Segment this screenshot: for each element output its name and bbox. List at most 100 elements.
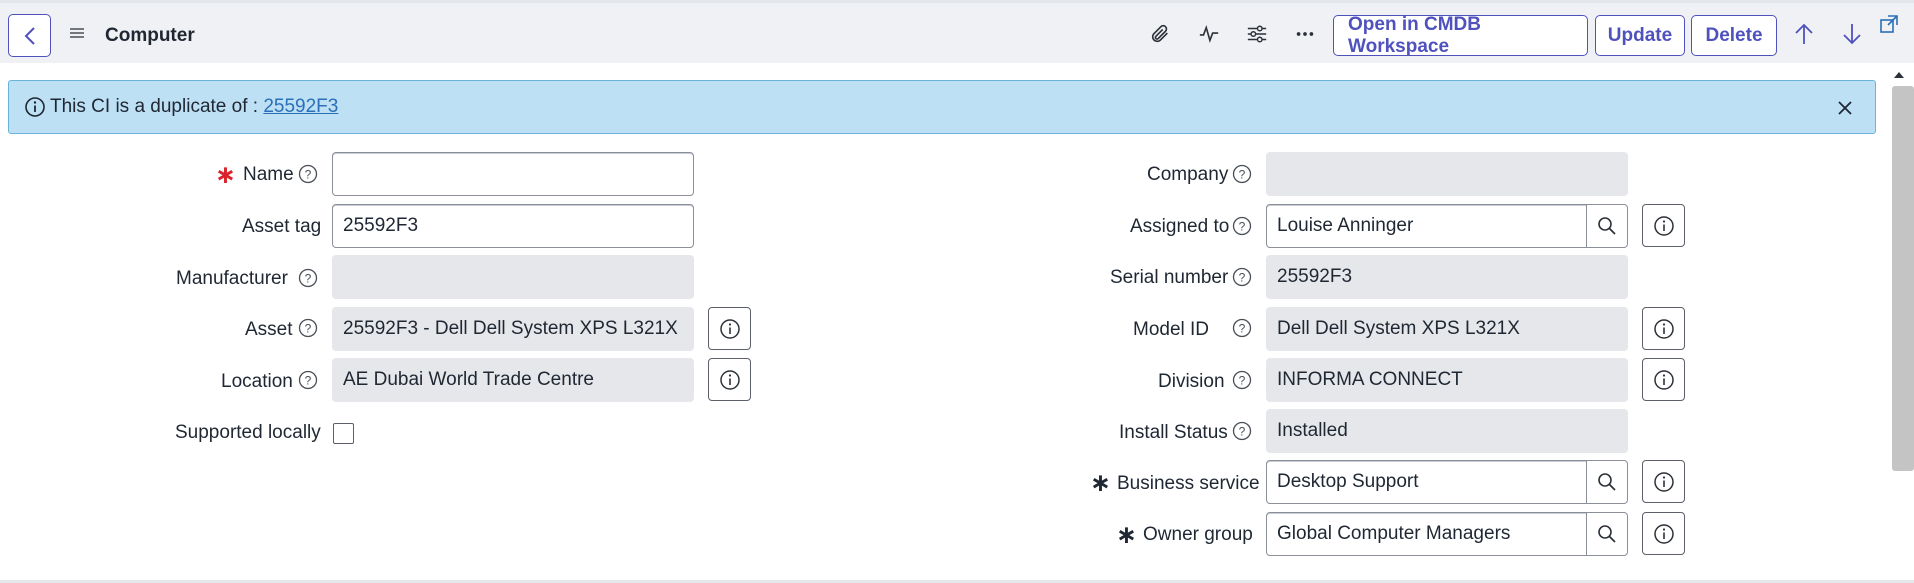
svg-text:?: ? — [1239, 220, 1246, 234]
required-indicator: ∗ — [1116, 521, 1137, 549]
svg-text:?: ? — [305, 374, 312, 388]
required-indicator: ∗ — [215, 161, 236, 189]
help-icon[interactable]: ? — [298, 318, 318, 338]
serial-number-field: 25592F3 — [1266, 255, 1628, 299]
owner-group-input[interactable]: Global Computer Managers — [1266, 512, 1587, 556]
help-icon[interactable]: ? — [1232, 267, 1252, 287]
svg-text:?: ? — [1239, 168, 1246, 182]
svg-text:?: ? — [1239, 374, 1246, 388]
help-icon[interactable]: ? — [1232, 164, 1252, 184]
asset-preview-button[interactable] — [708, 307, 751, 350]
location-label: Location — [221, 371, 293, 392]
menu-icon[interactable] — [69, 25, 85, 41]
name-input[interactable] — [332, 152, 694, 196]
delete-button[interactable]: Delete — [1691, 15, 1777, 56]
activity-button[interactable] — [1195, 20, 1223, 48]
model-id-label: Model ID — [1133, 319, 1210, 340]
supported-locally-checkbox[interactable] — [333, 423, 354, 444]
svg-text:?: ? — [305, 168, 312, 182]
banner-message: This CI is a duplicate of : 25592F3 — [50, 96, 338, 118]
required-indicator: ∗ — [1090, 469, 1111, 497]
help-icon[interactable]: ? — [1232, 370, 1252, 390]
manufacturer-label: Manufacturer — [176, 268, 288, 289]
personalize-button[interactable] — [1243, 20, 1271, 48]
help-icon[interactable]: ? — [1232, 421, 1252, 441]
help-icon[interactable]: ? — [1232, 318, 1252, 338]
paperclip-icon — [1151, 24, 1168, 43]
svg-text:?: ? — [305, 322, 312, 336]
more-options-button[interactable] — [1291, 20, 1319, 48]
arrow-down-icon — [1843, 24, 1861, 45]
open-cmdb-workspace-button[interactable]: Open in CMDB Workspace — [1333, 14, 1588, 57]
svg-text:?: ? — [1239, 322, 1246, 336]
svg-text:?: ? — [1239, 271, 1246, 285]
info-icon — [1653, 369, 1674, 390]
info-icon — [1653, 318, 1674, 339]
chevron-left-icon — [24, 26, 35, 45]
sliders-icon — [1247, 25, 1267, 43]
info-icon — [1653, 471, 1674, 492]
install-status-label: Install Status — [1119, 422, 1228, 443]
form-header: Computer Open in CMDB Workspace Update D… — [0, 0, 1914, 63]
assigned-to-input[interactable]: Louise Anninger — [1266, 204, 1587, 248]
next-record-button[interactable] — [1838, 20, 1866, 48]
location-field: AE Dubai World Trade Centre — [332, 358, 694, 402]
assigned-to-lookup-button[interactable] — [1586, 204, 1628, 248]
banner-text: This CI is a duplicate of : — [50, 96, 264, 117]
scroll-up-arrow[interactable] — [1891, 68, 1907, 82]
duplicate-info-banner: This CI is a duplicate of : 25592F3 — [8, 80, 1876, 134]
search-icon — [1598, 525, 1616, 543]
help-icon[interactable]: ? — [298, 370, 318, 390]
info-icon — [1653, 523, 1674, 544]
search-icon — [1598, 217, 1616, 235]
popout-icon[interactable] — [1880, 15, 1898, 33]
info-icon — [719, 369, 740, 390]
division-label: Division — [1158, 371, 1225, 392]
info-icon — [719, 318, 740, 339]
company-field — [1266, 152, 1628, 196]
division-preview-button[interactable] — [1642, 358, 1685, 401]
info-icon — [1653, 215, 1674, 236]
supported-locally-label: Supported locally — [175, 422, 321, 443]
back-button[interactable] — [8, 14, 51, 57]
more-icon — [1296, 32, 1314, 36]
close-icon[interactable] — [1835, 98, 1855, 118]
asset-field: 25592F3 - Dell Dell System XPS L321X — [332, 307, 694, 351]
svg-text:?: ? — [305, 272, 312, 286]
search-icon — [1598, 473, 1616, 491]
owner-group-label: Owner group — [1143, 524, 1253, 545]
assigned-to-label: Assigned to — [1130, 216, 1230, 237]
business-service-label: Business service — [1117, 473, 1260, 494]
business-service-lookup-button[interactable] — [1586, 460, 1628, 504]
svg-text:?: ? — [1239, 425, 1246, 439]
assigned-to-preview-button[interactable] — [1642, 204, 1685, 247]
manufacturer-field — [332, 255, 694, 299]
asset-label: Asset — [245, 319, 293, 340]
owner-group-preview-button[interactable] — [1642, 512, 1685, 555]
business-service-preview-button[interactable] — [1642, 460, 1685, 503]
model-id-field: Dell Dell System XPS L321X — [1266, 307, 1628, 351]
name-label: Name — [243, 164, 294, 185]
help-icon[interactable]: ? — [298, 164, 318, 184]
location-preview-button[interactable] — [708, 358, 751, 401]
owner-group-lookup-button[interactable] — [1586, 512, 1628, 556]
asset-tag-input[interactable]: 25592F3 — [332, 204, 694, 248]
company-label: Company — [1147, 164, 1229, 185]
asset-tag-label: Asset tag — [242, 216, 322, 237]
attachment-button[interactable] — [1146, 20, 1174, 48]
serial-number-label: Serial number — [1110, 267, 1229, 288]
update-button[interactable]: Update — [1595, 15, 1685, 56]
help-icon[interactable]: ? — [298, 268, 318, 288]
info-icon — [25, 97, 45, 117]
business-service-input[interactable]: Desktop Support — [1266, 460, 1587, 504]
division-field: INFORMA CONNECT — [1266, 358, 1628, 402]
install-status-field: Installed — [1266, 409, 1628, 453]
model-id-preview-button[interactable] — [1642, 307, 1685, 350]
page-title: Computer — [105, 25, 195, 46]
activity-icon — [1199, 24, 1219, 44]
duplicate-link[interactable]: 25592F3 — [263, 96, 338, 117]
help-icon[interactable]: ? — [1232, 216, 1252, 236]
scrollbar-thumb[interactable] — [1892, 86, 1914, 471]
arrow-up-icon — [1795, 23, 1813, 44]
previous-record-button[interactable] — [1790, 20, 1818, 48]
